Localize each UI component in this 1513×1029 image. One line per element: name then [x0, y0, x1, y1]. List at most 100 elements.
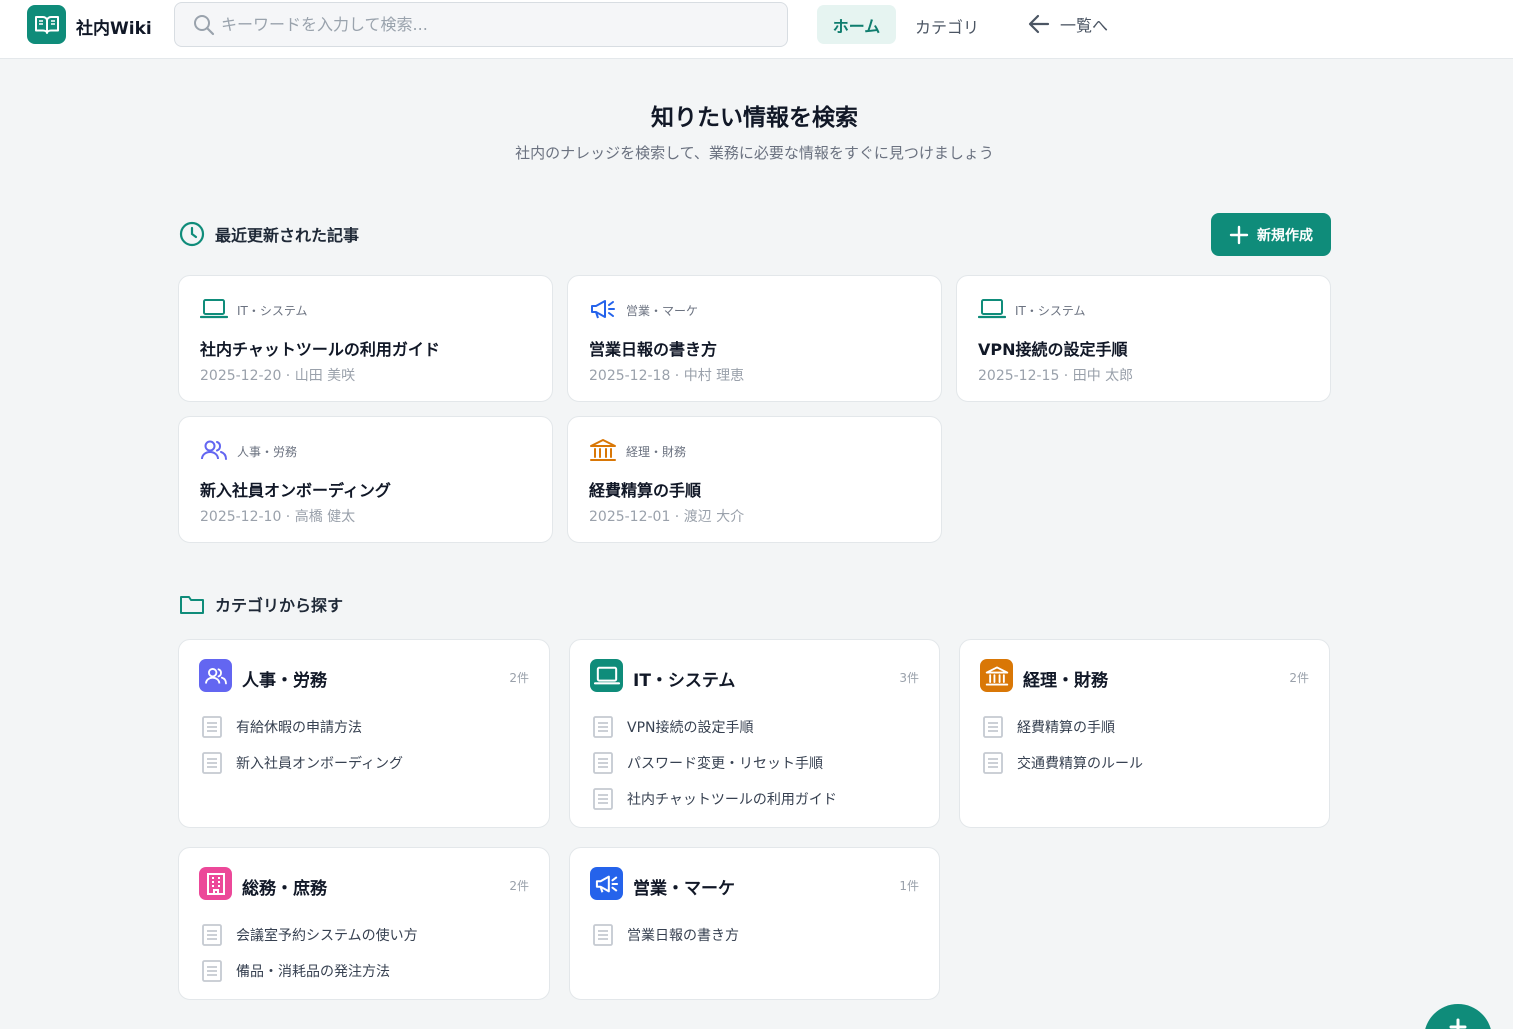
fab-icon — [1449, 1018, 1467, 1029]
recent-section-header: 最近更新された記事 — [179, 221, 359, 247]
category-title[interactable]: 営業・マーケ — [633, 874, 735, 899]
article-title[interactable]: VPN接続の設定手順 — [978, 336, 1128, 360]
floating-action-button[interactable] — [1424, 1004, 1492, 1029]
article-link-label: 交通費精算のルール — [1017, 756, 1143, 772]
article-link-label: 備品・消耗品の発注方法 — [236, 964, 390, 980]
category-article-link[interactable]: 営業日報の書き方 — [592, 917, 739, 953]
category-title[interactable]: IT・システム — [633, 666, 735, 691]
article-meta: 2025-12-20 · 山田 美咲 — [200, 368, 356, 384]
article-link-label: VPN接続の設定手順 — [627, 720, 754, 736]
article-title[interactable]: 経費精算の手順 — [589, 477, 701, 501]
recent-article-card[interactable]: IT・システム 社内チャットツールの利用ガイド 2025-12-20 · 山田 … — [178, 275, 553, 402]
nav-home[interactable]: ホーム — [817, 5, 896, 44]
article-category: IT・システム — [237, 304, 308, 318]
article-link-label: 経費精算の手順 — [1017, 720, 1115, 736]
top-header: 社内Wiki ホーム カテゴリ 一覧へ — [0, 0, 1513, 59]
recent-article-card[interactable]: 営業・マーケ 営業日報の書き方 2025-12-18 · 中村 理恵 — [567, 275, 942, 402]
laptop-icon — [978, 299, 1006, 319]
bank-icon — [980, 659, 1013, 692]
article-title[interactable]: 新入社員オンボーディング — [200, 477, 391, 501]
category-article-link[interactable]: 会議室予約システムの使い方 — [201, 917, 418, 953]
recent-article-card[interactable]: 人事・労務 新入社員オンボーディング 2025-12-10 · 高橋 健太 — [178, 416, 553, 543]
document-icon — [202, 924, 222, 946]
bank-icon — [590, 439, 616, 461]
users-icon — [199, 659, 232, 692]
document-icon — [983, 716, 1003, 738]
category-title[interactable]: 人事・労務 — [242, 666, 327, 691]
back-label: 一覧へ — [1060, 16, 1109, 35]
category-article-list: VPN接続の設定手順 パスワード変更・リセット手順 社内チャットツールの利用ガイ… — [592, 709, 837, 817]
category-card: IT・システム 3件 VPN接続の設定手順 パスワード変更・リセット手順 社内チ… — [569, 639, 940, 828]
category-count: 3件 — [899, 671, 919, 685]
search-input[interactable] — [221, 15, 781, 34]
megaphone-icon — [590, 867, 623, 900]
category-article-link[interactable]: 社内チャットツールの利用ガイド — [592, 781, 837, 817]
category-count: 1件 — [899, 879, 919, 893]
article-meta: 2025-12-15 · 田中 太郎 — [978, 368, 1134, 384]
category-count: 2件 — [509, 671, 529, 685]
category-article-link[interactable]: 有給休暇の申請方法 — [201, 709, 403, 745]
article-title[interactable]: 社内チャットツールの利用ガイド — [200, 336, 440, 360]
category-article-link[interactable]: 交通費精算のルール — [982, 745, 1143, 781]
recent-article-card[interactable]: IT・システム VPN接続の設定手順 2025-12-15 · 田中 太郎 — [956, 275, 1331, 402]
article-link-label: 会議室予約システムの使い方 — [236, 928, 418, 944]
category-title[interactable]: 総務・庶務 — [242, 874, 327, 899]
category-card: 経理・財務 2件 経費精算の手順 交通費精算のルール — [959, 639, 1330, 828]
search-icon — [194, 14, 215, 35]
back-to-list-link[interactable]: 一覧へ — [1028, 12, 1108, 36]
article-meta: 2025-12-18 · 中村 理恵 — [589, 368, 745, 384]
book-icon[interactable] — [27, 5, 66, 44]
category-card: 営業・マーケ 1件 営業日報の書き方 — [569, 847, 940, 1000]
category-article-list: 会議室予約システムの使い方 備品・消耗品の発注方法 — [201, 917, 418, 989]
article-link-label: パスワード変更・リセット手順 — [627, 756, 823, 772]
document-icon — [593, 752, 613, 774]
article-link-label: 新入社員オンボーディング — [236, 756, 404, 772]
plus-icon — [1229, 225, 1249, 244]
category-article-link[interactable]: VPN接続の設定手順 — [592, 709, 837, 745]
document-icon — [593, 788, 613, 810]
recent-heading: 最近更新された記事 — [215, 226, 360, 245]
page-title: 知りたい情報を検索 — [651, 105, 858, 131]
users-icon — [201, 440, 227, 460]
category-article-link[interactable]: 新入社員オンボーディング — [201, 745, 403, 781]
category-count: 2件 — [509, 879, 529, 893]
article-meta: 2025-12-10 · 高橋 健太 — [200, 509, 356, 525]
article-link-label: 営業日報の書き方 — [627, 928, 739, 944]
category-heading: カテゴリから探す — [215, 596, 344, 615]
document-icon — [593, 924, 613, 946]
category-count: 2件 — [1289, 671, 1309, 685]
category-article-link[interactable]: 経費精算の手順 — [982, 709, 1143, 745]
new-article-button[interactable]: 新規作成 — [1211, 213, 1331, 256]
category-title[interactable]: 経理・財務 — [1023, 666, 1108, 691]
category-card: 総務・庶務 2件 会議室予約システムの使い方 備品・消耗品の発注方法 — [178, 847, 550, 1000]
clock-icon — [179, 221, 205, 247]
category-article-list: 経費精算の手順 交通費精算のルール — [982, 709, 1143, 781]
page-subtitle: 社内のナレッジを検索して、業務に必要な情報をすぐに見つけましょう — [515, 144, 994, 162]
recent-article-card[interactable]: 経理・財務 経費精算の手順 2025-12-01 · 渡辺 大介 — [567, 416, 942, 543]
search-box[interactable] — [174, 2, 788, 47]
nav-category[interactable]: カテゴリ — [915, 14, 979, 38]
category-article-list: 営業日報の書き方 — [592, 917, 739, 953]
laptop-icon — [590, 659, 623, 692]
category-card: 人事・労務 2件 有給休暇の申請方法 新入社員オンボーディング — [178, 639, 550, 828]
article-title[interactable]: 営業日報の書き方 — [589, 336, 717, 360]
folder-icon — [180, 596, 204, 614]
article-category: 営業・マーケ — [626, 304, 699, 318]
category-article-link[interactable]: パスワード変更・リセット手順 — [592, 745, 837, 781]
article-category: IT・システム — [1015, 304, 1086, 318]
building-icon — [199, 867, 232, 900]
article-meta: 2025-12-01 · 渡辺 大介 — [589, 509, 745, 525]
megaphone-icon — [591, 300, 615, 319]
document-icon — [593, 716, 613, 738]
document-icon — [202, 960, 222, 982]
article-category: 経理・財務 — [626, 445, 687, 459]
article-category: 人事・労務 — [237, 445, 298, 459]
document-icon — [983, 752, 1003, 774]
arrow-left-icon — [1028, 14, 1050, 34]
document-icon — [202, 752, 222, 774]
article-link-label: 有給休暇の申請方法 — [236, 720, 362, 736]
brand-name[interactable]: 社内Wiki — [76, 14, 152, 39]
laptop-icon — [200, 299, 228, 319]
article-link-label: 社内チャットツールの利用ガイド — [627, 792, 837, 808]
category-article-link[interactable]: 備品・消耗品の発注方法 — [201, 953, 418, 989]
